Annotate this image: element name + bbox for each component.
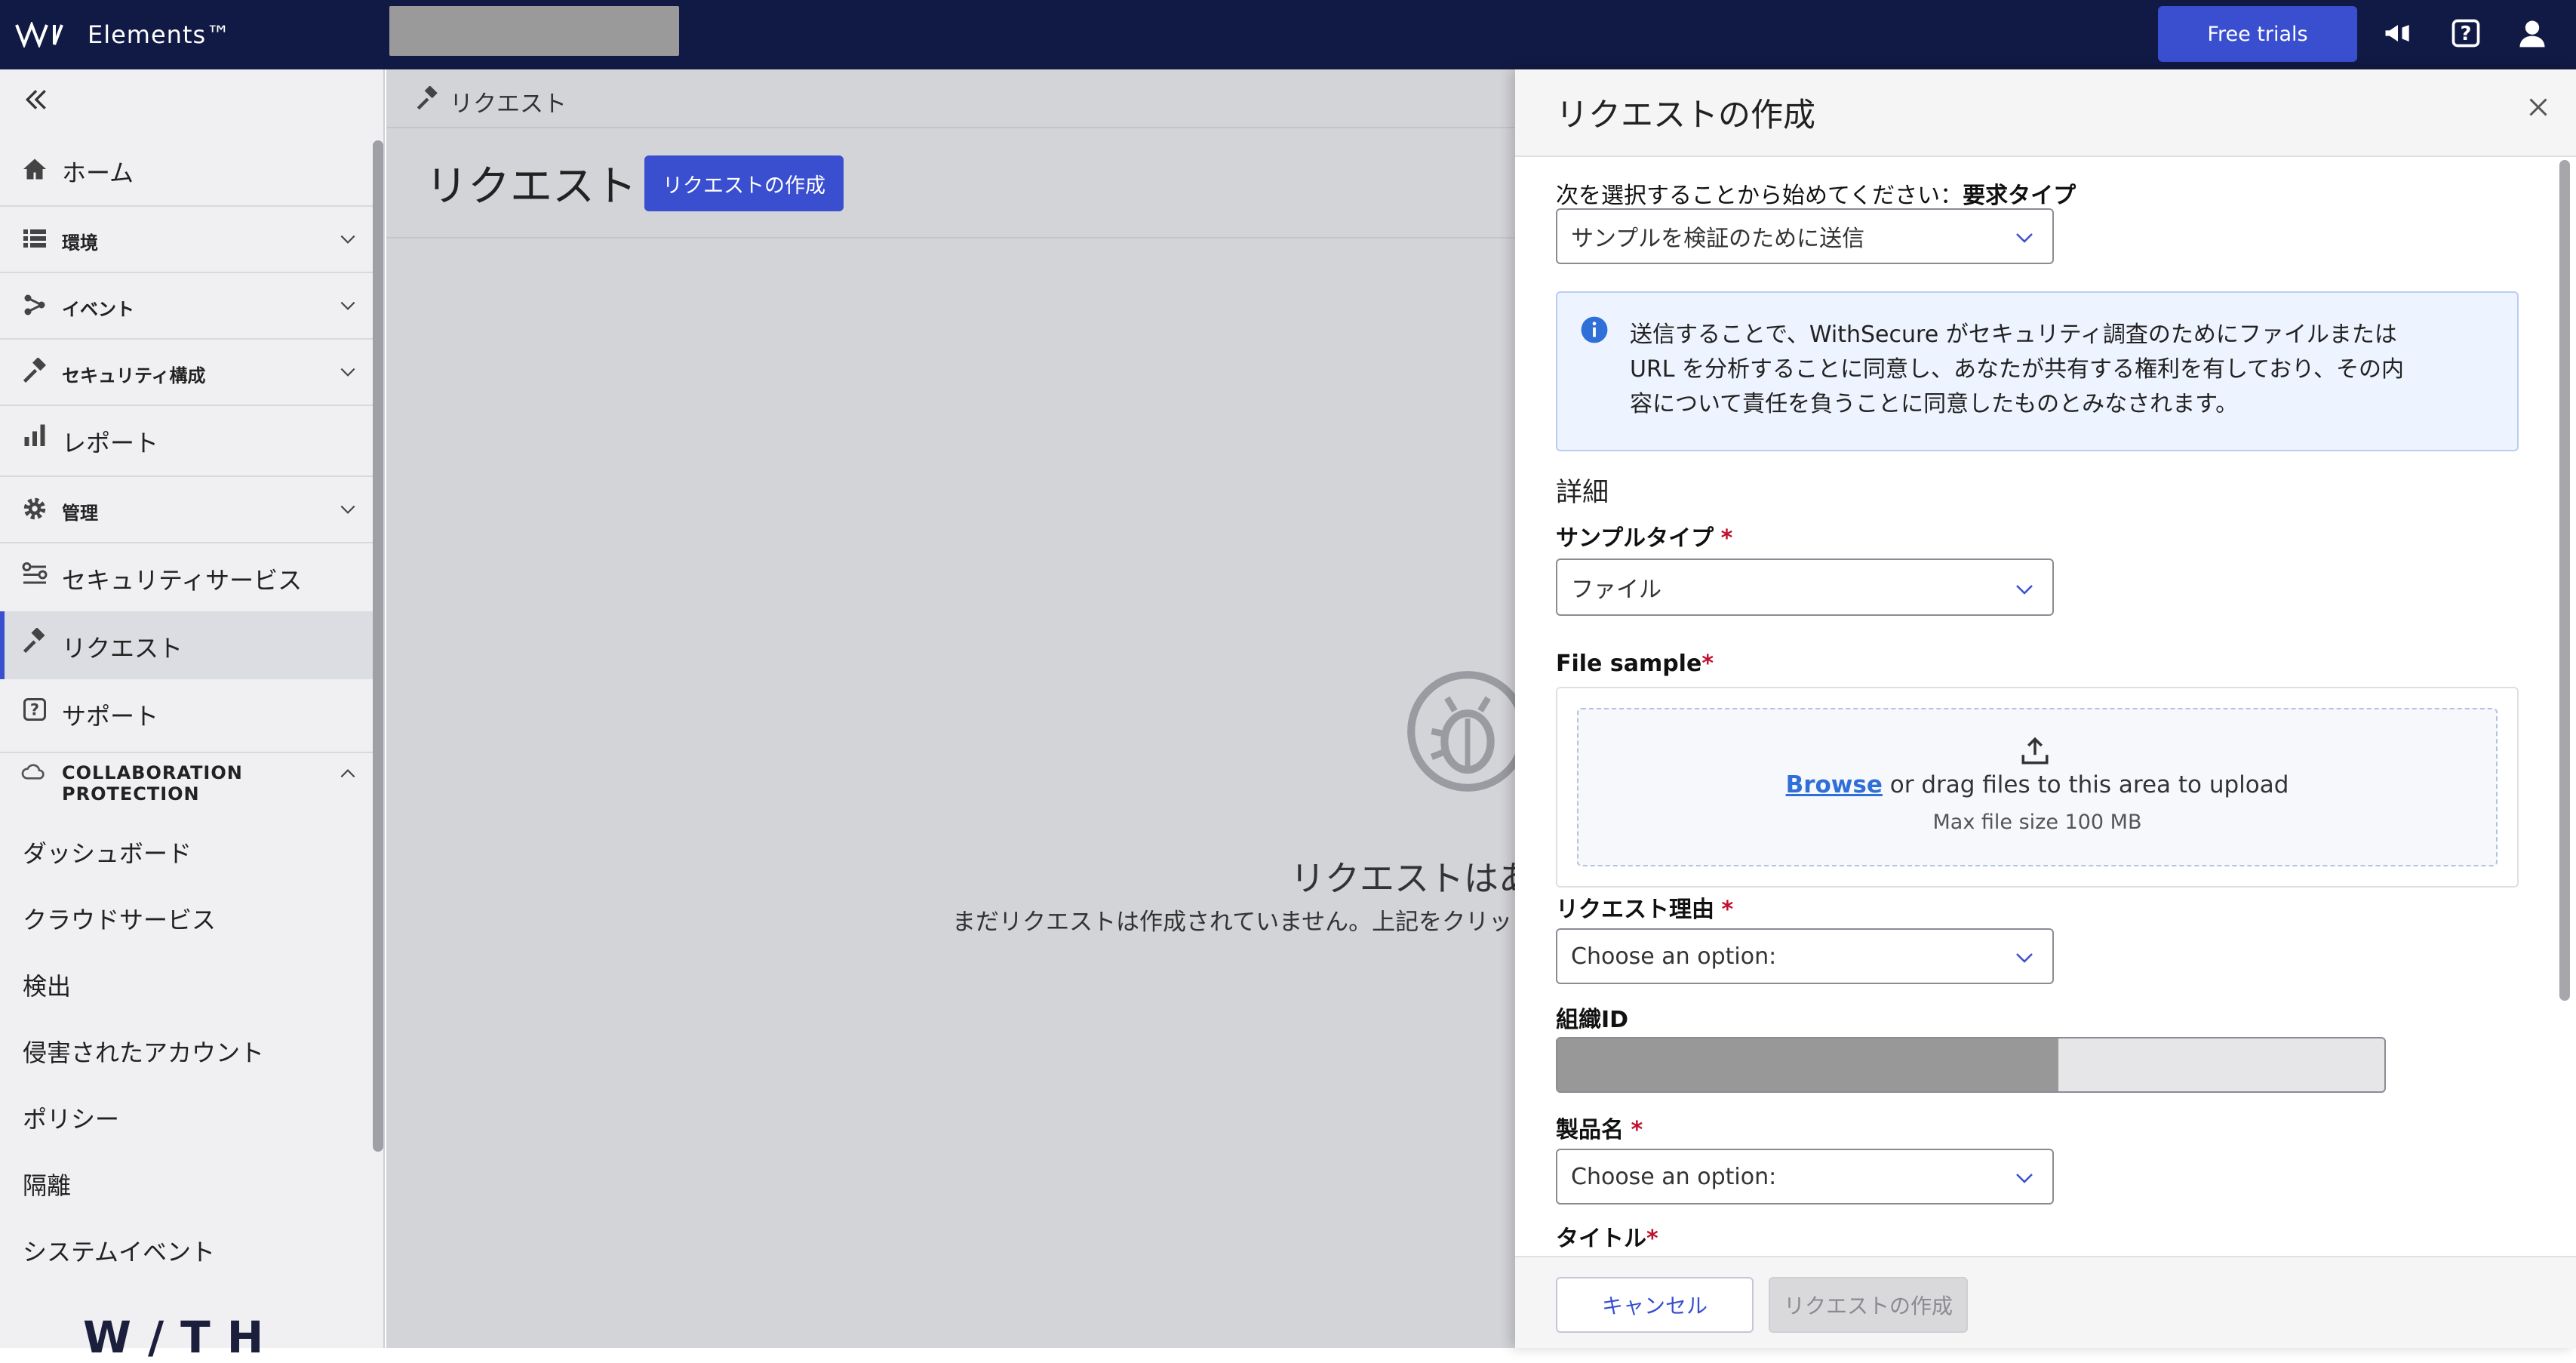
chevron-up-icon <box>340 769 355 778</box>
divider <box>386 237 1515 238</box>
svg-text:?: ? <box>2461 23 2472 45</box>
sidebar-section-collaboration-protection[interactable]: COLLABORATION PROTECTION <box>0 753 374 811</box>
user-icon[interactable] <box>2516 17 2549 50</box>
chevron-down-icon <box>340 368 355 377</box>
collapse-sidebar-icon[interactable] <box>21 85 51 115</box>
sidebar-subitem-dashboard[interactable]: ダッシュボード <box>23 835 192 869</box>
max-file-size-note: Max file size 100 MB <box>1932 811 2142 834</box>
chevron-down-icon <box>340 235 355 244</box>
sidebar-subitem-quarantine[interactable]: 隔離 <box>23 1167 71 1201</box>
page-title: リクエスト <box>426 162 637 211</box>
svg-text:?: ? <box>30 701 39 719</box>
list-icon <box>23 229 46 248</box>
home-icon <box>23 158 46 180</box>
cloud-icon <box>21 764 45 780</box>
chevron-down-icon <box>340 505 355 514</box>
upload-instructions: Browse or drag files to this area to upl… <box>1785 771 2289 798</box>
events-icon <box>24 294 45 315</box>
help-icon[interactable]: ? <box>2449 17 2482 50</box>
request-reason-label: リクエスト理由 * <box>1556 897 1734 923</box>
sidebar-item-events[interactable]: イベント <box>0 273 374 338</box>
chevron-down-icon <box>2016 1174 2033 1183</box>
drawer-title: リクエストの作成 <box>1556 97 1815 134</box>
brand-name: Elements™ <box>88 20 232 49</box>
app-logo[interactable]: Elements™ <box>15 14 231 56</box>
sidebar-subitem-cloud-services[interactable]: クラウドサービス <box>23 901 216 936</box>
free-trials-button[interactable]: Free trials <box>2158 6 2357 62</box>
drawer-scrollbar[interactable] <box>2559 160 2570 1001</box>
footer-brand-logo: W/TH <box>83 1312 281 1363</box>
sample-type-select[interactable]: ファイル <box>1556 558 2054 616</box>
bar-chart-icon <box>24 424 45 446</box>
close-icon[interactable] <box>2525 94 2552 121</box>
create-request-button[interactable]: リクエストの作成 <box>644 155 844 211</box>
file-sample-label: File sample* <box>1556 651 1714 677</box>
sidebar-item-security-services[interactable]: セキュリティサービス <box>0 543 374 611</box>
hammer-icon <box>23 358 47 383</box>
empty-state-description: まだリクエストは作成されていません。上記をクリッ <box>952 909 1513 936</box>
help-icon: ? <box>23 698 46 721</box>
security-services-icon <box>22 562 48 584</box>
gear-icon <box>23 497 46 520</box>
chevron-down-icon <box>2016 585 2033 595</box>
megaphone-icon[interactable] <box>2381 17 2415 50</box>
product-name-select[interactable]: Choose an option: <box>1556 1149 2054 1205</box>
upload-icon <box>2021 737 2049 765</box>
chevron-down-icon <box>340 301 355 310</box>
sidebar-item-requests[interactable]: リクエスト <box>0 611 374 679</box>
details-heading: 詳細 <box>1556 478 1609 508</box>
redacted-org-selector[interactable] <box>389 6 679 56</box>
sidebar-item-environment[interactable]: 環境 <box>0 207 374 272</box>
request-type-select[interactable]: サンプルを検証のために送信 <box>1556 208 2054 264</box>
browse-link[interactable]: Browse <box>1786 771 1883 798</box>
info-text-line: URL を分析することに同意し、あなたが共有する権利を有しており、その内 <box>1630 356 2405 383</box>
sidebar-item-management[interactable]: 管理 <box>0 477 374 542</box>
main-content <box>386 69 1515 1348</box>
breadcrumb-requests[interactable]: リクエスト <box>450 85 567 118</box>
product-name-label: 製品名 * <box>1556 1117 1643 1143</box>
empty-state-title: リクエストはあ <box>1290 858 1533 899</box>
submit-request-button[interactable]: リクエストの作成 <box>1769 1277 1968 1333</box>
info-text-line: 容について責任を負うことに同意したものとみなされます。 <box>1630 391 2239 417</box>
request-type-prompt: 次を選択することから始めてください：要求タイプ <box>1556 183 2076 209</box>
gavel-icon <box>23 628 45 654</box>
chevron-down-icon <box>2016 233 2033 243</box>
request-reason-select[interactable]: Choose an option: <box>1556 928 2054 984</box>
cancel-button[interactable]: キャンセル <box>1556 1277 1754 1333</box>
sidebar-subitem-policies[interactable]: ポリシー <box>23 1100 119 1135</box>
sidebar-subitem-detections[interactable]: 検出 <box>23 968 71 1002</box>
sidebar-subitem-compromised-accounts[interactable]: 侵害されたアカウント <box>23 1034 264 1069</box>
sidebar-item-security-config[interactable]: セキュリティ構成 <box>0 340 374 405</box>
sidebar-subitem-system-events[interactable]: システムイベント <box>23 1233 215 1268</box>
gavel-icon <box>417 86 438 110</box>
sidebar-item-support[interactable]: ? サポート <box>0 679 374 747</box>
chevron-down-icon <box>2016 953 2033 963</box>
withsecure-logo-icon <box>15 22 63 48</box>
bug-icon <box>1407 671 1528 792</box>
sidebar-item-reports[interactable]: レポート <box>0 406 374 475</box>
sidebar-item-home[interactable]: ホーム <box>0 139 374 199</box>
info-text-line: 送信することで、WithSecure がセキュリティ調査のためにファイルまたは <box>1630 322 2397 348</box>
info-icon <box>1581 316 1608 343</box>
redacted-organization-id <box>1557 1038 2058 1091</box>
sidebar-scrollbar[interactable] <box>373 140 383 1152</box>
title-label: タイトル* <box>1556 1226 1658 1252</box>
sample-type-label: サンプルタイプ * <box>1556 525 1733 552</box>
organization-id-label: 組織ID <box>1556 1007 1629 1033</box>
